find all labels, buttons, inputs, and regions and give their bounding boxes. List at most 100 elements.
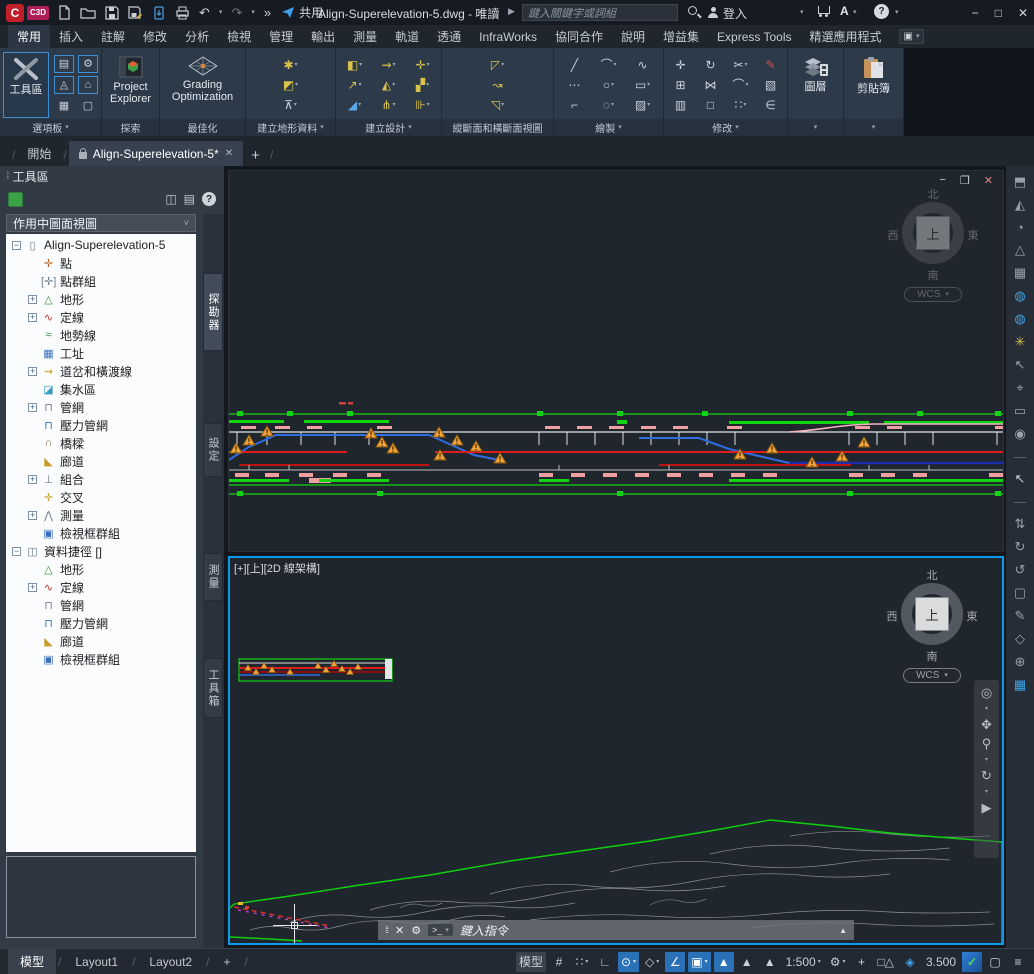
surface-flag-icon[interactable]: ◭ (1015, 197, 1025, 213)
compass-icon[interactable]: ◉ (1014, 426, 1025, 442)
ribbon-tab-常用[interactable]: 常用 (8, 25, 50, 48)
toolspace-tab-設定[interactable]: 設定 (203, 423, 223, 477)
tree-bridges[interactable]: ∩橋樑 (6, 434, 196, 452)
active-drawing-icon[interactable] (8, 192, 23, 207)
annotation-objects-icon[interactable]: ▲ (760, 952, 780, 972)
export-icon[interactable] (152, 6, 166, 20)
rotate-icon[interactable]: ↻ (698, 56, 724, 73)
annotation-visibility-icon[interactable]: ▲ (714, 952, 734, 972)
viewport-bottom-active[interactable]: [+][上][2D 線架構] 北 西 上 東 南 WCS▾ ◎▾✥⚲▾↻▾▶ (228, 556, 1004, 945)
toolspace-button[interactable]: 工具區 (3, 52, 49, 118)
search-input[interactable]: 鍵入關鍵字或詞組 (522, 4, 678, 21)
save-icon[interactable] (105, 6, 119, 20)
dropdown-caret-icon[interactable]: ▾ (358, 102, 361, 108)
tree-expander-icon[interactable]: + (28, 295, 37, 304)
box-tool-icon[interactable]: ▢ (1014, 585, 1026, 601)
panel-title-palettes[interactable]: 選項板▾ (0, 119, 101, 136)
viewcube-bottom-viewport[interactable]: 北 西 上 東 南 WCS▾ (886, 568, 978, 690)
add-tool-icon[interactable]: ⊕ (1015, 654, 1026, 670)
viewcube-south[interactable]: 南 (886, 648, 978, 664)
sheetset-palette-icon[interactable]: ▦ (54, 97, 74, 115)
geolocation-icon[interactable]: ◍ (1014, 311, 1025, 327)
help-caret-icon[interactable]: ▾ (895, 9, 899, 16)
orbit-icon[interactable]: ↻ (981, 769, 992, 782)
dropdown-caret-icon[interactable]: ▾ (743, 102, 746, 108)
dropdown-caret-icon[interactable]: ▾ (359, 82, 362, 88)
create-surface-icon[interactable]: ◩▾ (274, 76, 308, 93)
dropdown-caret-icon[interactable]: ▾ (427, 62, 430, 68)
tree-assemblies[interactable]: +⊥組合 (6, 470, 196, 488)
tree-view-frame-groups[interactable]: ▣檢視框群組 (6, 524, 196, 542)
dropdown-caret-icon[interactable]: ▾ (611, 82, 614, 88)
ribbon-tab-管理[interactable]: 管理 (260, 25, 302, 48)
polyline-icon[interactable]: ∿ (628, 56, 658, 73)
line-icon[interactable]: ╱ (560, 56, 590, 73)
erase-icon[interactable]: ✎ (758, 56, 784, 73)
drawing-minimize-button[interactable]: − (939, 174, 945, 187)
node-tool-icon[interactable]: ◇ (1015, 631, 1025, 647)
offset-icon[interactable]: ∈ (758, 96, 784, 113)
dropdown-caret-icon[interactable]: ▾ (705, 959, 708, 965)
redo-caret-icon[interactable]: ▾ (251, 9, 255, 16)
file-tab-start[interactable]: 開始 (17, 141, 61, 166)
settings-palette-icon[interactable]: ⚙ (78, 55, 98, 73)
layout-tab-模型[interactable]: 模型 (8, 949, 56, 974)
survey-palette-icon[interactable]: ◬ (54, 76, 74, 94)
cursor-large-icon[interactable]: ↖ (1015, 471, 1026, 487)
clipboard-button[interactable]: 剪貼簿 (848, 52, 900, 118)
ribbon-tab-Express Tools[interactable]: Express Tools (708, 25, 800, 48)
grid-display-icon[interactable]: # (549, 952, 569, 972)
search-icon[interactable] (688, 6, 697, 15)
edit-tool-icon[interactable]: ✎ (1015, 608, 1026, 624)
alignment-icon[interactable]: ⇝▾ (374, 56, 404, 73)
qat-more-icon[interactable]: » (264, 6, 271, 19)
navbar-caret-icon[interactable]: ▾ (985, 705, 988, 712)
orbit-tool-icon[interactable]: ↻ (1015, 539, 1026, 555)
ribbon-tab-InfraWorks[interactable]: InfraWorks (470, 25, 546, 48)
panel-title-clipboard[interactable]: ▾ (844, 119, 903, 136)
grid-blue-icon[interactable]: ▦ (1014, 677, 1026, 693)
dropdown-caret-icon[interactable]: ▾ (295, 82, 298, 88)
viewport-label[interactable]: [+][上][2D 線架構] (234, 560, 320, 576)
dropdown-caret-icon[interactable]: ▾ (633, 959, 636, 965)
pline-edit-icon[interactable]: ⌐ (560, 96, 590, 113)
tree-catchments[interactable]: ◪集水區 (6, 380, 196, 398)
grading-optimization-button[interactable]: Grading Optimization (164, 52, 242, 118)
tree-ds-pressure-networks[interactable]: ⊓壓力管網 (6, 614, 196, 632)
copy-icon[interactable]: ⊞ (668, 76, 694, 93)
app-logo-icon[interactable]: C (6, 4, 24, 22)
ortho-mode-icon[interactable]: ∟ (595, 952, 615, 972)
command-expand-icon[interactable]: ▲ (839, 926, 847, 935)
toolspace-title-bar[interactable]: ⁞⁞ 工具區 (0, 166, 224, 186)
tree-expander-icon[interactable]: + (28, 367, 37, 376)
feature-line-icon[interactable]: ↗▾ (340, 76, 370, 93)
dropdown-caret-icon[interactable]: ▾ (745, 62, 748, 68)
ribbon-tab-修改[interactable]: 修改 (134, 25, 176, 48)
dropdown-caret-icon[interactable]: ▾ (818, 959, 821, 965)
workspace-settings-icon[interactable]: ⚙▾ (827, 952, 849, 972)
dropdown-caret-icon[interactable]: ▾ (393, 102, 396, 108)
annotation-monitor-icon[interactable]: + (851, 952, 871, 972)
dropdown-caret-icon[interactable]: ▾ (611, 102, 614, 108)
profile-view-icon[interactable]: ◸▾ (481, 56, 515, 73)
command-close-icon[interactable]: ✕ (395, 924, 404, 937)
section-views-icon[interactable]: ◹▾ (481, 96, 515, 113)
corridor-icon[interactable]: ▞▾ (408, 76, 438, 93)
ribbon-tab-說明[interactable]: 說明 (612, 25, 654, 48)
command-line-bar[interactable]: ⁞⁞ ✕ ⚙ >_▾ 鍵入指令 ▲ (378, 920, 854, 940)
dropdown-caret-icon[interactable]: ▾ (656, 959, 659, 965)
hatch-icon[interactable]: ▨▾ (628, 96, 658, 113)
sheet-flag-icon[interactable]: ⬒ (1014, 174, 1026, 190)
viewcube-top-viewport[interactable]: 北 西 上 東 南 WCS▾ (887, 187, 979, 309)
viewcube-north[interactable]: 北 (886, 567, 978, 583)
viewcube-east[interactable]: 東 (927, 227, 1004, 243)
ribbon-tab-軌道[interactable]: 軌道 (386, 25, 428, 48)
window-select-icon[interactable]: ▭ (1014, 403, 1026, 419)
zoom-target-icon[interactable]: ⌖ (1016, 380, 1023, 396)
undo-caret-icon[interactable]: ▾ (219, 9, 223, 16)
pipe-network-icon[interactable]: ⊪▾ (408, 96, 438, 113)
dropdown-caret-icon[interactable]: ▾ (393, 62, 396, 68)
panel-title-layers[interactable]: ▾ (788, 119, 843, 136)
tree-survey[interactable]: +⋀測量 (6, 506, 196, 524)
open-file-icon[interactable] (80, 6, 96, 20)
